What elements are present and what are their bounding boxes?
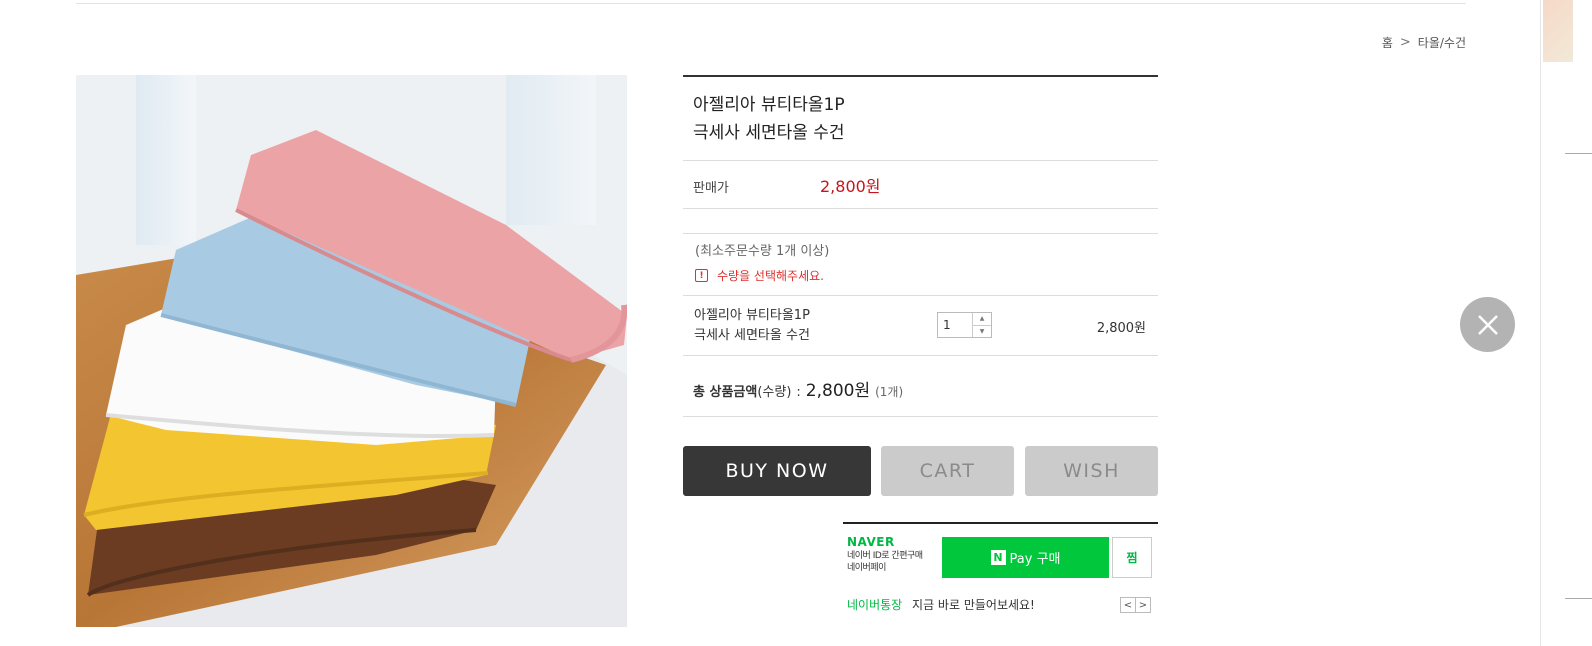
min-quantity-note: (최소주문수량 1개 이상) — [695, 244, 830, 259]
breadcrumb-category[interactable]: 타올/수건 — [1418, 34, 1466, 51]
price-row: 판매가 2,800원 — [683, 161, 1158, 209]
naver-promo: 네이버통장 지금 바로 만들어보세요! — [847, 596, 1035, 613]
naver-zzim-button[interactable]: 찜 — [1112, 537, 1152, 578]
breadcrumb-separator: > — [1399, 35, 1411, 50]
naver-pay-brand: NAVER 네이버 ID로 간편구매 네이버페이 — [847, 535, 923, 574]
naver-promo-highlight[interactable]: 네이버통장 — [847, 598, 902, 612]
buy-now-button[interactable]: BUY NOW — [683, 446, 871, 496]
close-button[interactable] — [1460, 297, 1515, 352]
top-divider — [76, 3, 1466, 4]
side-rule — [1565, 153, 1592, 154]
quantity-warning-text: 수량을 선택해주세요. — [717, 269, 824, 283]
promo-arrows: < > — [1120, 597, 1151, 613]
action-buttons: BUY NOW CART WISH — [683, 446, 1158, 496]
naver-pay-rule — [843, 522, 1158, 524]
product-title-line1: 아젤리아 뷰티타올1P — [693, 95, 845, 115]
selected-option-row: 아젤리아 뷰티타올1P 극세사 세면타올 수건 ▲ ▼ 2,800원 — [683, 296, 1158, 356]
naver-n-icon: N — [990, 550, 1006, 565]
quantity-up-button[interactable]: ▲ — [973, 313, 991, 326]
promo-next-button[interactable]: > — [1135, 597, 1151, 613]
quantity-down-button[interactable]: ▼ — [973, 326, 991, 338]
product-title-line2: 극세사 세면타올 수건 — [693, 123, 845, 143]
product-image[interactable] — [76, 75, 627, 627]
naver-pay-button[interactable]: N Pay 구매 — [942, 537, 1109, 578]
breadcrumb-home[interactable]: 홈 — [1382, 34, 1393, 51]
total-count: (1개) — [875, 385, 904, 399]
quantity-input[interactable] — [938, 313, 972, 337]
naver-pay-label: Pay 구매 — [1009, 552, 1061, 567]
min-quantity-section: (최소주문수량 1개 이상) ! 수량을 선택해주세요. — [683, 234, 1158, 296]
naver-pay-sub-line1: 네이버 ID로 간편구매 — [847, 551, 923, 561]
option-name: 아젤리아 뷰티타올1P 극세사 세면타올 수건 — [694, 306, 810, 346]
naver-pay-sub: 네이버 ID로 간편구매 네이버페이 — [847, 550, 923, 574]
spacer-row — [683, 209, 1158, 234]
option-name-line2: 극세사 세면타올 수건 — [694, 328, 810, 343]
side-panel — [1540, 0, 1592, 646]
quantity-stepper: ▲ ▼ — [937, 312, 992, 338]
total-label: 총 상품금액 — [693, 385, 758, 400]
naver-pay-section: NAVER 네이버 ID로 간편구매 네이버페이 N Pay 구매 찜 네이버통… — [843, 522, 1158, 622]
wish-button[interactable]: WISH — [1025, 446, 1158, 496]
side-rule — [1565, 598, 1592, 599]
total-price-row: 총 상품금액 (수량) : 2,800원 (1개) — [683, 356, 1158, 417]
product-info-panel: 아젤리아 뷰티타올1P 극세사 세면타올 수건 판매가 2,800원 (최소주문… — [683, 75, 1158, 417]
naver-logo: NAVER — [847, 535, 895, 549]
stepper-buttons: ▲ ▼ — [972, 313, 991, 337]
quantity-warning: ! 수량을 선택해주세요. — [695, 267, 1146, 284]
product-title: 아젤리아 뷰티타올1P 극세사 세면타올 수건 — [683, 77, 1158, 161]
option-name-line1: 아젤리아 뷰티타올1P — [694, 308, 810, 323]
total-sublabel: (수량) — [757, 385, 792, 400]
promo-prev-button[interactable]: < — [1120, 597, 1136, 613]
breadcrumb: 홈 > 타올/수건 — [1382, 34, 1466, 51]
total-amount: 2,800원 — [805, 381, 871, 401]
naver-promo-text[interactable]: 지금 바로 만들어보세요! — [912, 598, 1035, 612]
cart-button[interactable]: CART — [881, 446, 1014, 496]
price-label: 판매가 — [693, 181, 729, 196]
total-colon: : — [796, 385, 801, 400]
side-thumbnail[interactable] — [1543, 0, 1573, 62]
towel-stack-photo — [76, 75, 627, 627]
naver-pay-sub-line2: 네이버페이 — [847, 563, 886, 573]
warning-icon: ! — [695, 269, 708, 282]
price-value: 2,800원 — [820, 176, 881, 196]
close-icon — [1477, 314, 1498, 335]
option-price: 2,800원 — [1096, 321, 1146, 336]
